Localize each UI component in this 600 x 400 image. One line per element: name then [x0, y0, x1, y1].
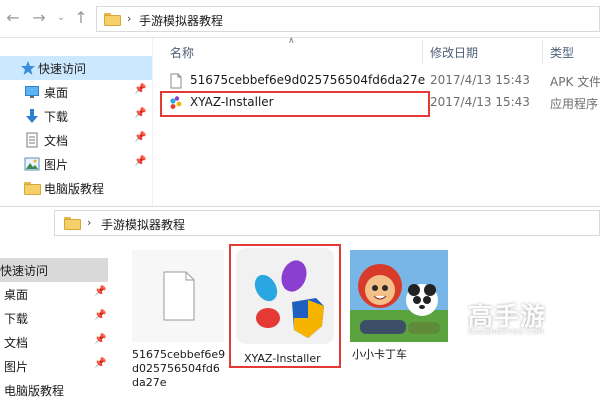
nav-item-label: 快速访问: [0, 264, 49, 278]
file-tile-apk[interactable]: 51675cebbef6e9d025756504fd6da27e: [130, 250, 226, 400]
nav-item-label: 文档: [44, 134, 69, 148]
nav-item-label: 图片: [4, 360, 29, 374]
pin-icon[interactable]: 📌: [94, 334, 106, 345]
nav-item-quick-access[interactable]: 快速访问: [0, 56, 152, 80]
nav-item-documents[interactable]: 文档 📌: [0, 128, 152, 152]
breadcrumb-current[interactable]: 手游模拟器教程: [101, 216, 185, 233]
column-separator[interactable]: [422, 40, 423, 64]
nav-item-downloads[interactable]: 下载 📌: [0, 306, 108, 330]
up-arrow-icon[interactable]: ↑: [72, 9, 90, 27]
tile-caption: 51675cebbef6e9d025756504fd6da27e: [132, 348, 226, 389]
pin-icon[interactable]: 📌: [134, 108, 146, 119]
nav-item-pc-tutorial[interactable]: 电脑版教程: [0, 378, 108, 400]
breadcrumb-separator-icon: ›: [127, 12, 132, 25]
navigation-pane: 快速访问 桌面 📌 下载 📌 文档 📌 图片 📌 电脑版教程: [0, 258, 108, 400]
watermark-domain: GAOSHOUYOU.COM: [468, 328, 545, 336]
pin-icon[interactable]: 📌: [94, 358, 106, 369]
download-icon: [26, 109, 38, 123]
breadcrumb-current[interactable]: 手游模拟器教程: [139, 12, 223, 29]
column-separator[interactable]: [542, 40, 543, 64]
folder-icon: [24, 182, 41, 195]
sort-ascending-icon: ∧: [288, 36, 295, 46]
pin-icon[interactable]: 📌: [134, 132, 146, 143]
navigation-pane: 快速访问 桌面 📌 下载 📌 文档 📌 图片 📌 电脑版教程: [0, 38, 152, 208]
pane-divider: [152, 38, 153, 208]
explorer-window-details: ← → ⌄ ↑ › 手游模拟器教程 快速访问 桌面 📌 下载 📌 文档 📌 图片…: [0, 0, 600, 208]
nav-item-label: 下载: [4, 312, 29, 326]
file-type: 应用程序: [550, 97, 599, 111]
address-bar[interactable]: › 手游模拟器教程: [54, 210, 600, 236]
column-header-type[interactable]: 类型: [550, 44, 574, 61]
nav-item-label: 快速访问: [38, 62, 87, 76]
nav-item-label: 桌面: [4, 288, 29, 302]
nav-item-quick-access[interactable]: 快速访问: [0, 258, 108, 282]
nav-item-documents[interactable]: 文档 📌: [0, 330, 108, 354]
forward-arrow-icon[interactable]: →: [30, 9, 48, 27]
highlight-box: [229, 244, 341, 368]
picture-icon: [24, 157, 40, 171]
recent-dropdown-icon[interactable]: ⌄: [52, 9, 70, 27]
folder-icon: [104, 13, 121, 26]
breadcrumb-separator-icon: ›: [87, 216, 92, 229]
back-arrow-icon[interactable]: ←: [4, 9, 22, 27]
file-tile-game[interactable]: 小小卡丁车: [350, 250, 448, 370]
document-icon: [26, 132, 38, 148]
address-bar[interactable]: › 手游模拟器教程: [96, 6, 600, 32]
nav-item-desktop[interactable]: 桌面 📌: [0, 80, 152, 104]
star-icon: [21, 61, 35, 75]
file-name: 51675cebbef6e9d025756504fd6da27e: [190, 73, 426, 87]
file-type: APK 文件: [550, 75, 600, 89]
nav-item-pictures[interactable]: 图片 📌: [0, 152, 152, 176]
nav-item-label: 电脑版教程: [4, 384, 65, 398]
nav-item-pictures[interactable]: 图片 📌: [0, 354, 108, 378]
blank-file-icon: [132, 250, 224, 342]
pin-icon[interactable]: 📌: [134, 156, 146, 167]
nav-item-label: 图片: [44, 158, 69, 172]
pin-icon[interactable]: 📌: [94, 286, 106, 297]
blank-file-icon: [170, 73, 182, 89]
file-row-apk[interactable]: 51675cebbef6e9d025756504fd6da27e 2017/4/…: [160, 70, 600, 92]
folder-icon: [64, 217, 81, 230]
nav-item-label: 文档: [4, 336, 29, 350]
nav-item-label: 下载: [44, 110, 69, 124]
desktop-icon: [25, 86, 39, 98]
kart-game-icon: [350, 250, 448, 342]
file-date: 2017/4/13 15:43: [430, 73, 530, 87]
nav-item-label: 电脑版教程: [44, 182, 105, 196]
navigation-bar: ← → ⌄ ↑ › 手游模拟器教程: [0, 0, 600, 38]
pin-icon[interactable]: 📌: [134, 84, 146, 95]
nav-item-desktop[interactable]: 桌面 📌: [0, 282, 108, 306]
highlight-box: [160, 91, 430, 117]
tile-caption: 小小卡丁车: [352, 348, 407, 361]
file-date: 2017/4/13 15:43: [430, 95, 530, 109]
nav-item-downloads[interactable]: 下载 📌: [0, 104, 152, 128]
pin-icon[interactable]: 📌: [94, 310, 106, 321]
nav-item-label: 桌面: [44, 86, 69, 100]
column-header-name[interactable]: 名称: [170, 44, 194, 61]
column-header-date[interactable]: 修改日期: [430, 44, 478, 61]
nav-item-pc-tutorial[interactable]: 电脑版教程: [0, 176, 152, 200]
